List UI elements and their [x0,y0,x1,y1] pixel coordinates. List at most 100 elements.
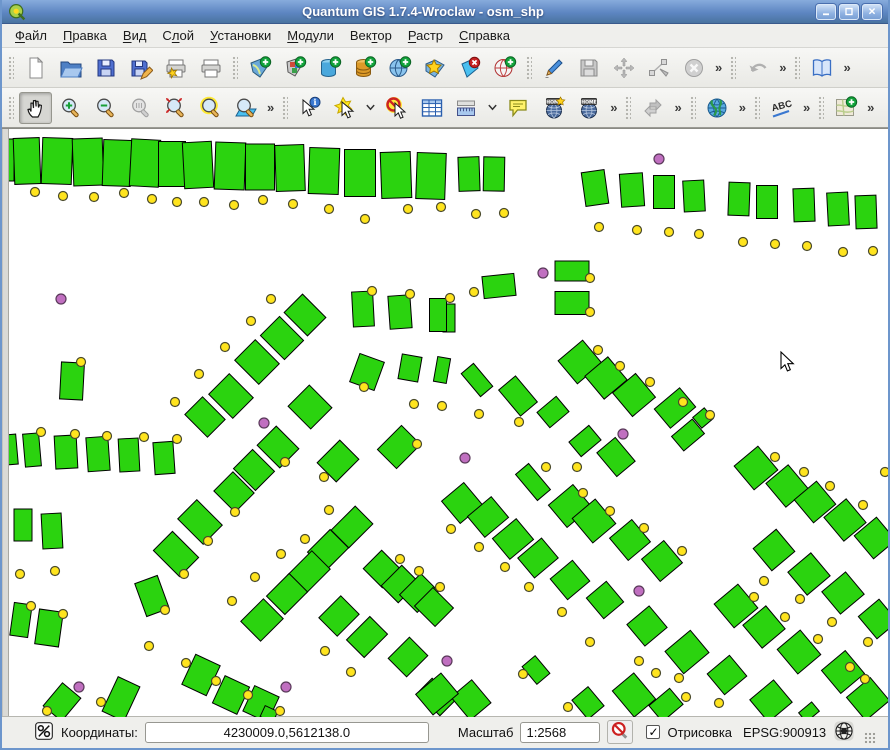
dropdown-chevron[interactable] [362,99,379,117]
menu-raster[interactable]: Растр [400,25,451,46]
minimize-button[interactable] [816,4,836,20]
scale-input[interactable] [520,722,600,743]
labeling-button[interactable]: ABC [765,92,798,124]
toolbar-overflow-button[interactable]: » [799,100,814,115]
toolbar-drag-handle[interactable] [730,56,736,80]
toolbar-drag-handle[interactable] [8,96,14,120]
osm-load-button[interactable] [829,92,862,124]
toolbar-overflow-button[interactable]: » [735,100,750,115]
menu-view[interactable]: Вид [115,25,155,46]
building-polygon [433,357,450,384]
poi-point [652,669,661,678]
coordinates-input[interactable] [145,722,429,743]
building-polygon [855,195,877,229]
toolbar-overflow-button[interactable]: » [670,100,685,115]
toolbar-drag-handle[interactable] [232,56,238,80]
menu-help[interactable]: Справка [451,25,518,46]
open-attribute-table-button[interactable] [415,92,448,124]
menu-layer[interactable]: Слой [154,25,202,46]
menu-plugins[interactable]: Модули [279,25,342,46]
new-shapefile-layer-button[interactable] [418,52,451,84]
select-features-button[interactable] [328,92,361,124]
menu-vector[interactable]: Вектор [342,25,400,46]
remove-layer-button[interactable] [453,52,486,84]
offline-editing-button[interactable] [636,92,669,124]
toolbar-overflow-button[interactable]: » [711,60,726,75]
resize-grip[interactable] [864,732,876,744]
save-project-as-button[interactable] [124,52,157,84]
save-edits-button[interactable] [572,52,605,84]
move-feature-button[interactable] [607,52,640,84]
zoom-to-layer-button[interactable] [229,92,262,124]
building-polygon [821,651,864,694]
toolbar-overflow-button[interactable]: » [839,60,854,75]
poi-point [437,203,446,212]
toolbar-drag-handle[interactable] [794,56,800,80]
map-tips-button[interactable] [502,92,535,124]
zoom-last-icon [199,96,223,120]
poi-point [277,550,286,559]
add-wfs-layer-button[interactable] [488,52,521,84]
add-raster-layer-button[interactable] [278,52,311,84]
globe-tool-button[interactable] [701,92,734,124]
add-spatialite-layer-button[interactable] [348,52,381,84]
undo-button[interactable] [741,52,774,84]
add-postgis-layer-button[interactable] [313,52,346,84]
menu-edit[interactable]: Правка [55,25,115,46]
add-vector-layer-button[interactable] [243,52,276,84]
render-checkbox[interactable]: ✓ [646,725,660,739]
zoom-full-icon [164,96,188,120]
zoom-native-button[interactable] [124,92,157,124]
new-bookmark-button[interactable]: HOME [537,92,570,124]
zoom-last-button[interactable] [194,92,227,124]
measure-line-button[interactable] [450,92,483,124]
menu-file[interactable]: Файл [7,25,55,46]
building-polygon [60,362,85,400]
node-tool-icon [647,56,671,80]
poi-point [361,215,370,224]
pan-hand-icon [24,96,48,120]
toolbar-drag-handle[interactable] [282,96,288,120]
toolbar-overflow-button[interactable]: » [606,100,621,115]
title-bar[interactable]: Quantum GIS 1.7.4-Wroclaw - osm_shp [2,0,888,24]
dropdown-chevron[interactable] [484,99,501,117]
crs-button[interactable] [833,720,855,745]
node-tool-button[interactable] [642,52,675,84]
pan-map-button[interactable] [19,92,52,124]
show-bookmarks-button[interactable]: HOME [572,92,605,124]
open-project-button[interactable] [54,52,87,84]
identify-features-button[interactable]: i [293,92,326,124]
toolbar-overflow-button[interactable]: » [263,100,278,115]
map-canvas[interactable] [2,128,888,716]
toolbar-drag-handle[interactable] [625,96,631,120]
new-print-composer-button[interactable] [159,52,192,84]
zoom-out-button[interactable] [89,92,122,124]
stop-render-button[interactable] [607,720,633,744]
toolbar-overflow-button[interactable]: » [863,100,878,115]
help-contents-button[interactable] [805,52,838,84]
zoom-layer-icon [234,96,258,120]
toolbar-drag-handle[interactable] [8,56,14,80]
toolbar-drag-handle[interactable] [690,96,696,120]
poi-point [438,402,447,411]
panel-splitter[interactable] [2,129,9,716]
save-project-button[interactable] [89,52,122,84]
menu-settings[interactable]: Установки [202,25,279,46]
toolbar-drag-handle[interactable] [754,96,760,120]
new-project-button[interactable] [19,52,52,84]
print-composer-button[interactable] [194,52,227,84]
deselect-features-button[interactable] [380,92,413,124]
zoom-in-button[interactable] [54,92,87,124]
toolbar-overflow-button[interactable]: » [775,60,790,75]
zoom-full-button[interactable] [159,92,192,124]
maximize-button[interactable] [839,4,859,20]
building-polygon [102,140,132,187]
toolbar-drag-handle[interactable] [818,96,824,120]
toggle-editing-button[interactable] [537,52,570,84]
abort-editing-button[interactable] [677,52,710,84]
toggle-extents-button[interactable] [34,721,54,744]
close-button[interactable] [862,4,882,20]
poi-point [51,567,60,576]
toolbar-drag-handle[interactable] [526,56,532,80]
add-wms-layer-button[interactable] [383,52,416,84]
